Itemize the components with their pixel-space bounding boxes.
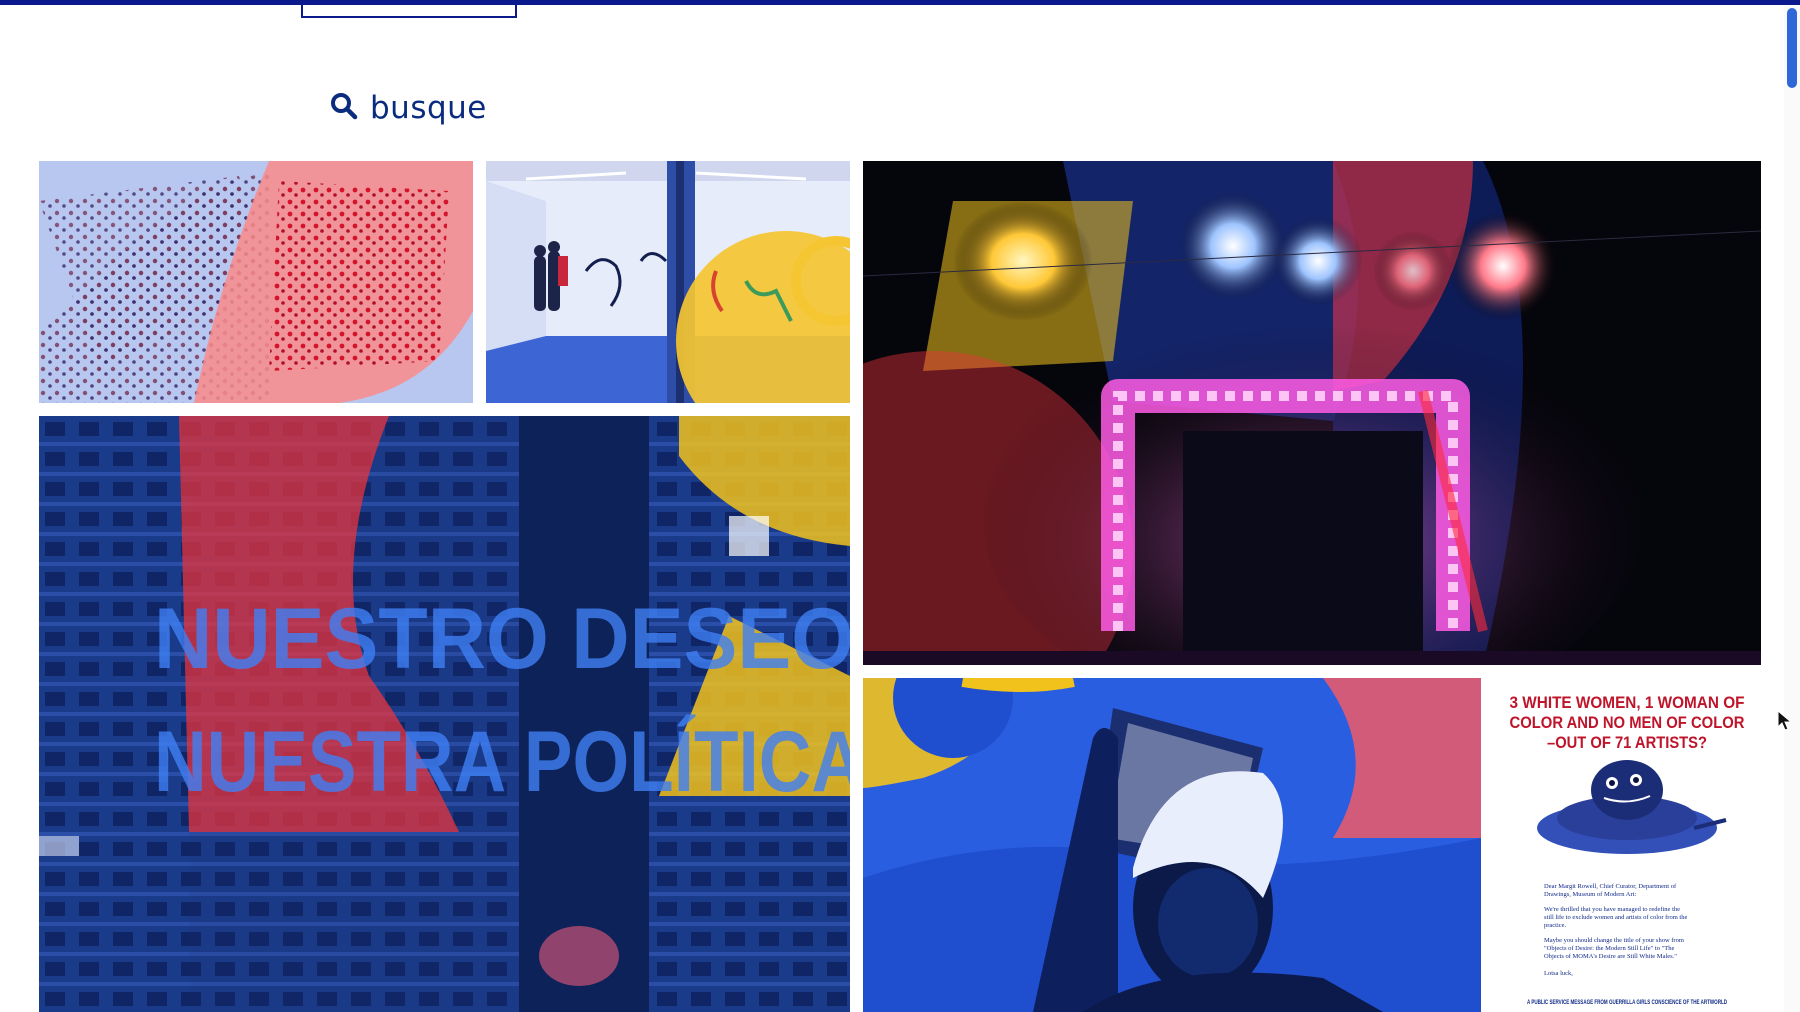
search-icon[interactable] [330, 92, 358, 125]
top-accent-bar [0, 0, 1800, 5]
scrollbar-thumb[interactable] [1787, 8, 1797, 88]
artwork-tile-gallery-visitors[interactable] [486, 161, 850, 403]
nav-tab-outline[interactable] [301, 0, 517, 18]
scrollbar[interactable] [1784, 5, 1800, 1012]
artwork-tile-projection-building[interactable]: NUESTRO DESEO NUESTRA POLÍTICA [39, 416, 850, 1012]
artwork-image [39, 161, 473, 403]
poster-letter-line5: practice. [1544, 922, 1567, 929]
artwork-image: 3 WHITE WOMEN, 1 WOMAN OF COLOR AND NO M… [1494, 678, 1761, 1012]
poster-letter-line3: We're thrilled that you have managed to … [1544, 906, 1680, 913]
projection-text-line2: NUESTRA POLÍTICA [154, 714, 850, 810]
poster-headline-line1: 3 WHITE WOMEN, 1 WOMAN OF [1510, 694, 1745, 712]
artwork-image [486, 161, 850, 403]
poster-footer: A PUBLIC SERVICE MESSAGE FROM GUERRILLA … [1527, 1000, 1728, 1006]
poster-letter-line7: "Objects of Desire: the Modern Still Lif… [1544, 945, 1674, 952]
search-button[interactable]: busque [330, 86, 487, 130]
poster-headline-line3: –OUT OF 71 ARTISTS? [1547, 734, 1707, 752]
poster-signoff: Lotsa luck, [1544, 970, 1573, 977]
poster-headline-line2: COLOR AND NO MEN OF COLOR [1510, 714, 1745, 732]
artwork-tile-woman-portrait[interactable] [863, 678, 1481, 1012]
artwork-image: NUESTRO DESEO NUESTRA POLÍTICA [39, 416, 850, 1012]
poster-letter-line2: Drawings, Museum of Modern Art: [1544, 891, 1636, 898]
mouse-cursor-icon [1777, 709, 1795, 732]
poster-letter-line1: Dear Margit Rowell, Chief Curator, Depar… [1544, 883, 1677, 890]
artwork-image [863, 161, 1761, 665]
poster-letter-line4: still life to exclude women and artists … [1544, 914, 1687, 921]
artwork-tile-scattered-installation[interactable] [39, 161, 473, 403]
projection-text-line1: NUESTRO DESEO [154, 591, 850, 687]
search-label[interactable]: busque [370, 90, 487, 126]
artwork-tile-guerrilla-girls-poster[interactable]: 3 WHITE WOMEN, 1 WOMAN OF COLOR AND NO M… [1494, 678, 1761, 1012]
poster-letter-line6: Maybe you should change the title of you… [1544, 937, 1684, 944]
artwork-image [863, 678, 1481, 1012]
artwork-tile-light-arch[interactable] [863, 161, 1761, 665]
poster-letter-line8: Objects of MOMA's Desire are Still White… [1544, 953, 1677, 960]
